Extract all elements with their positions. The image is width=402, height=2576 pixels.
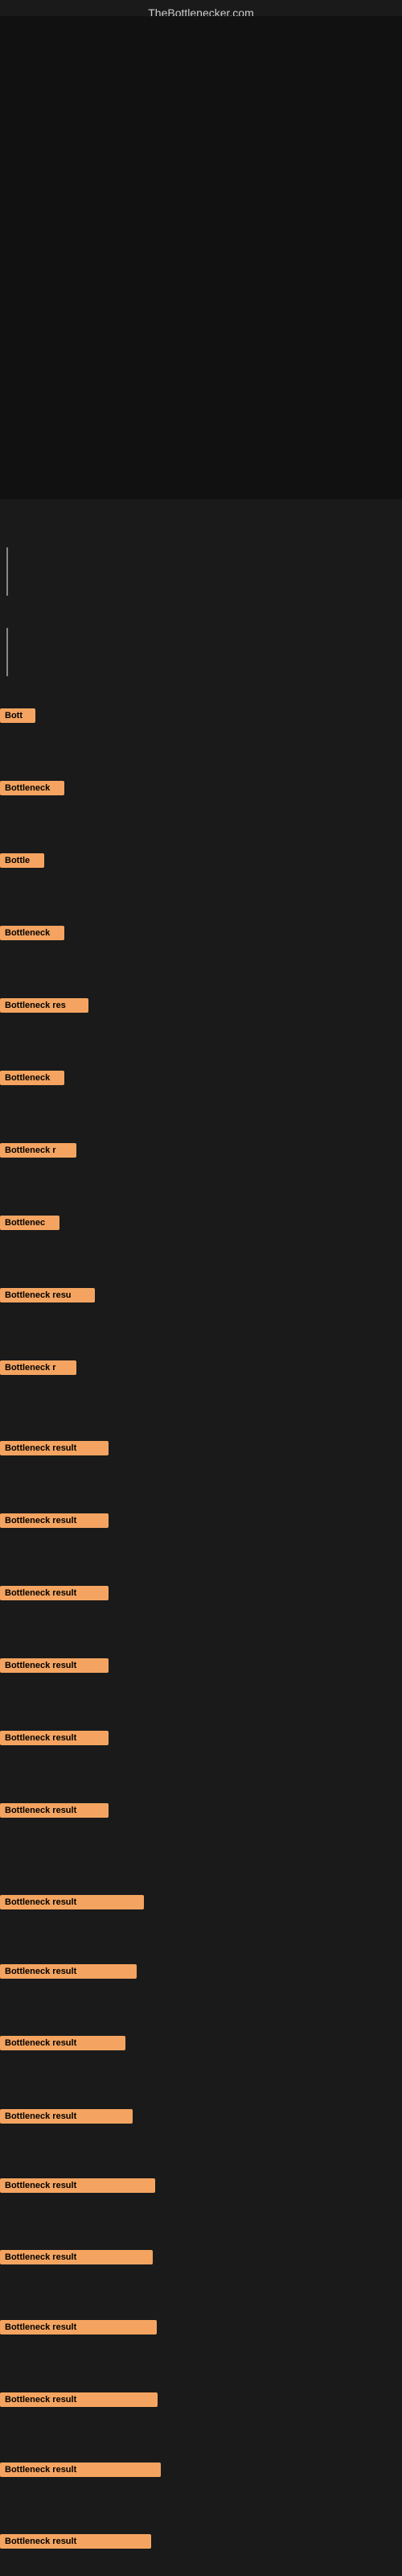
bottleneck-result-label: Bottleneck res: [0, 998, 88, 1013]
bottleneck-result-label: Bottleneck: [0, 781, 64, 795]
chart-area: [0, 16, 402, 499]
bottleneck-result-label: Bottleneck result: [0, 1513, 109, 1528]
bottleneck-result-label: Bottleneck r: [0, 1143, 76, 1158]
bottleneck-result-label: Bottleneck result: [0, 1803, 109, 1818]
vertical-line-2: [6, 628, 8, 676]
bottleneck-result-label: Bottleneck result: [0, 1895, 144, 1909]
bottleneck-result-label: Bott: [0, 708, 35, 723]
bottleneck-result-label: Bottleneck: [0, 1071, 64, 1085]
bottleneck-result-label: Bottleneck result: [0, 1731, 109, 1745]
bottleneck-result-label: Bottleneck result: [0, 2534, 151, 2549]
bottleneck-result-label: Bottleneck result: [0, 1658, 109, 1673]
vertical-line-1: [6, 547, 8, 596]
bottleneck-result-label: Bottleneck result: [0, 2392, 158, 2407]
bottleneck-result-label: Bottleneck result: [0, 2109, 133, 2124]
bottleneck-result-label: Bottleneck: [0, 926, 64, 940]
bottleneck-result-label: Bottleneck result: [0, 2320, 157, 2334]
bottleneck-result-label: Bottleneck result: [0, 1441, 109, 1455]
bottleneck-result-label: Bottle: [0, 853, 44, 868]
bottleneck-result-label: Bottlenec: [0, 1216, 59, 1230]
bottleneck-result-label: Bottleneck result: [0, 2036, 125, 2050]
bottleneck-result-label: Bottleneck result: [0, 1586, 109, 1600]
bottleneck-result-label: Bottleneck result: [0, 1964, 137, 1979]
bottleneck-result-label: Bottleneck result: [0, 2250, 153, 2264]
bottleneck-result-label: Bottleneck result: [0, 2462, 161, 2477]
bottleneck-result-label: Bottleneck resu: [0, 1288, 95, 1302]
bottleneck-result-label: Bottleneck r: [0, 1360, 76, 1375]
bottleneck-result-label: Bottleneck result: [0, 2178, 155, 2193]
